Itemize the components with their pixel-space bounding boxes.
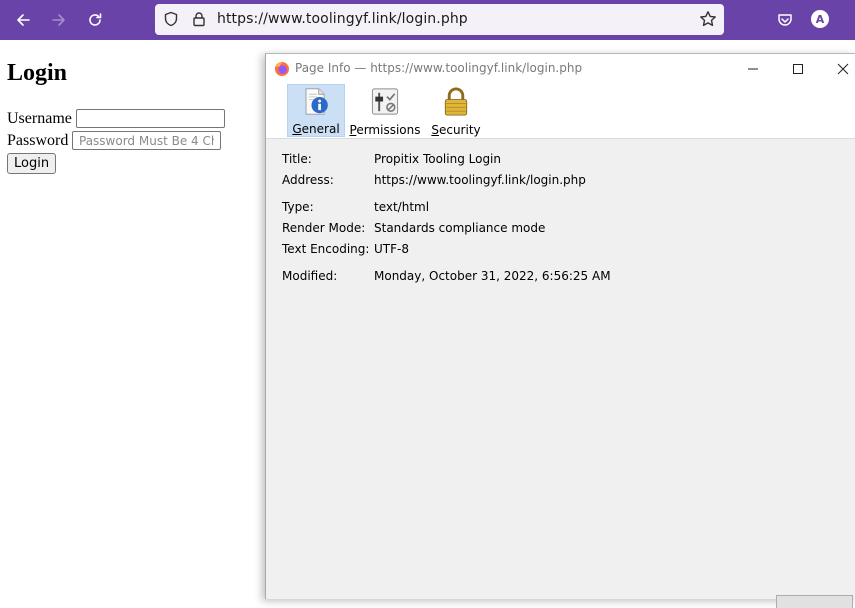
forward-button[interactable] [45,6,73,34]
tab-general[interactable]: General [287,84,345,137]
close-icon [837,63,849,75]
info-label: Text Encoding: [282,242,370,256]
username-input[interactable] [76,109,225,128]
url-bar[interactable]: https://www.toolingyf.link/login.php [155,4,724,35]
back-arrow-icon [17,14,30,26]
info-value: https://www.toolingyf.link/login.php [374,173,586,187]
tab-permissions-label: Permissions [349,123,421,137]
browser-toolbar: https://www.toolingyf.link/login.php A [0,0,855,40]
info-value: text/html [374,200,430,214]
info-label: Type: [282,200,314,214]
dialog-tabbar: General Permissions Security [266,84,855,139]
pocket-button[interactable] [771,6,799,34]
info-value: UTF-8 [374,242,409,256]
maximize-button[interactable] [787,58,809,80]
login-button[interactable]: Login [7,153,57,174]
info-value: Monday, October 31, 2022, 6:56:25 AM [374,269,611,283]
dialog-bottom-button[interactable] [776,595,853,608]
minimize-icon [748,68,758,70]
reload-button[interactable] [81,6,109,34]
site-lock-icon[interactable] [189,9,209,29]
info-label: Address: [282,173,334,187]
dialog-titlebar[interactable]: Page Info — https://www.toolingyf.link/l… [266,54,855,84]
info-page-icon [305,88,328,115]
minimize-button[interactable] [742,58,764,80]
info-value: Propitix Tooling Login [374,152,501,166]
info-label: Title: [282,152,312,166]
info-label: Modified: [282,269,338,283]
tab-security-label: Security [431,123,481,137]
account-avatar[interactable]: A [811,10,829,28]
password-label: Password [7,132,69,149]
forward-arrow-icon [52,14,65,26]
permissions-sliders-icon [371,88,399,115]
password-input[interactable] [72,131,221,150]
firefox-logo-icon [275,62,289,76]
maximize-icon [793,64,803,74]
tab-security[interactable]: Security [431,84,481,137]
info-value: Standards compliance mode [374,221,546,235]
info-label: Render Mode: [282,221,366,235]
bookmark-star-icon[interactable] [698,9,718,29]
back-button[interactable] [9,6,37,34]
close-button[interactable] [832,58,854,80]
tab-general-label: General [292,122,340,136]
username-label: Username [7,110,72,127]
tracking-protection-shield-icon[interactable] [161,9,181,29]
tab-permissions[interactable]: Permissions [349,84,421,137]
page-heading: Login [7,60,68,86]
url-text[interactable]: https://www.toolingyf.link/login.php [217,11,468,27]
dialog-title: Page Info — https://www.toolingyf.link/l… [295,61,583,75]
padlock-icon [444,87,468,116]
pocket-icon [778,14,792,26]
reload-icon [89,13,102,26]
page-info-dialog: Page Info — https://www.toolingyf.link/l… [265,53,855,608]
